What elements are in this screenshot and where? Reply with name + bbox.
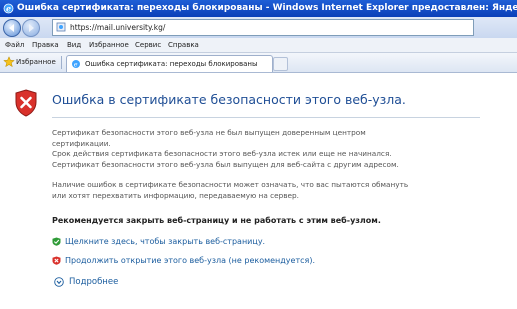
- menu-help[interactable]: Справка: [168, 38, 199, 52]
- paragraph-line: Сертификат безопасности этого веб-узла н…: [52, 128, 366, 137]
- favorites-button[interactable]: Избранное: [2, 55, 56, 69]
- tab-label: Ошибка сертификата: переходы блокированы: [85, 60, 258, 68]
- forward-button[interactable]: [22, 19, 40, 37]
- paragraph-line: или хотят перехватить информацию, переда…: [52, 190, 299, 200]
- recommendation-text: Рекомендуется закрыть веб-страницу и не …: [52, 216, 381, 225]
- divider: [52, 117, 480, 118]
- tab-active[interactable]: e Ошибка сертификата: переходы блокирова…: [66, 55, 273, 72]
- error-shield-icon: [15, 89, 37, 117]
- address-input[interactable]: https://mail.university.kg/: [52, 19, 474, 36]
- favorites-label: Избранное: [16, 58, 56, 66]
- favorites-bar: Избранное e Ошибка сертификата: переходы…: [0, 53, 517, 73]
- page-title: Ошибка в сертификате безопасности этого …: [52, 92, 406, 107]
- window-title: Ошибка сертификата: переходы блокированы…: [17, 3, 517, 13]
- paragraph-line: Срок действия сертификата безопасности э…: [52, 149, 392, 158]
- expand-circle-icon: [54, 277, 64, 287]
- paragraph-line: сертификации.: [52, 138, 111, 148]
- red-x-shield-icon: [52, 256, 61, 265]
- back-arrow-icon: [9, 24, 14, 32]
- address-bar: https://mail.university.kg/: [0, 17, 517, 39]
- svg-text:e: e: [74, 61, 78, 69]
- close-page-link-text: Щелкните здесь, чтобы закрыть веб-страни…: [65, 237, 266, 246]
- address-url: https://mail.university.kg/: [70, 23, 166, 32]
- menu-edit[interactable]: Правка: [32, 38, 59, 52]
- continue-link-text: Продолжить открытие этого веб-узла (не р…: [65, 256, 315, 265]
- back-button[interactable]: [3, 19, 21, 37]
- ie-page-icon: e: [72, 60, 80, 69]
- ie-logo-icon: e: [3, 4, 14, 14]
- paragraph-line: Сертификат безопасности этого веб-узла б…: [52, 159, 399, 169]
- menu-bar: Файл Правка Вид Избранное Сервис Справка: [0, 38, 517, 53]
- toolbar-separator: [61, 56, 62, 69]
- green-check-shield-icon: [52, 237, 61, 246]
- new-tab-button[interactable]: [273, 57, 288, 71]
- svg-text:e: e: [6, 4, 11, 14]
- menu-favorites[interactable]: Избранное: [89, 38, 129, 52]
- forward-arrow-icon: [29, 24, 34, 32]
- menu-tools[interactable]: Сервис: [135, 38, 161, 52]
- title-bar: e Ошибка сертификата: переходы блокирова…: [0, 0, 517, 17]
- menu-view[interactable]: Вид: [67, 38, 81, 52]
- page-content: Ошибка в сертификате безопасности этого …: [0, 73, 517, 309]
- star-icon: [3, 56, 15, 68]
- page-icon: [56, 22, 66, 32]
- menu-file[interactable]: Файл: [5, 38, 24, 52]
- more-info-label: Подробнее: [69, 277, 119, 287]
- paragraph-line: Наличие ошибок в сертификате безопасност…: [52, 180, 409, 189]
